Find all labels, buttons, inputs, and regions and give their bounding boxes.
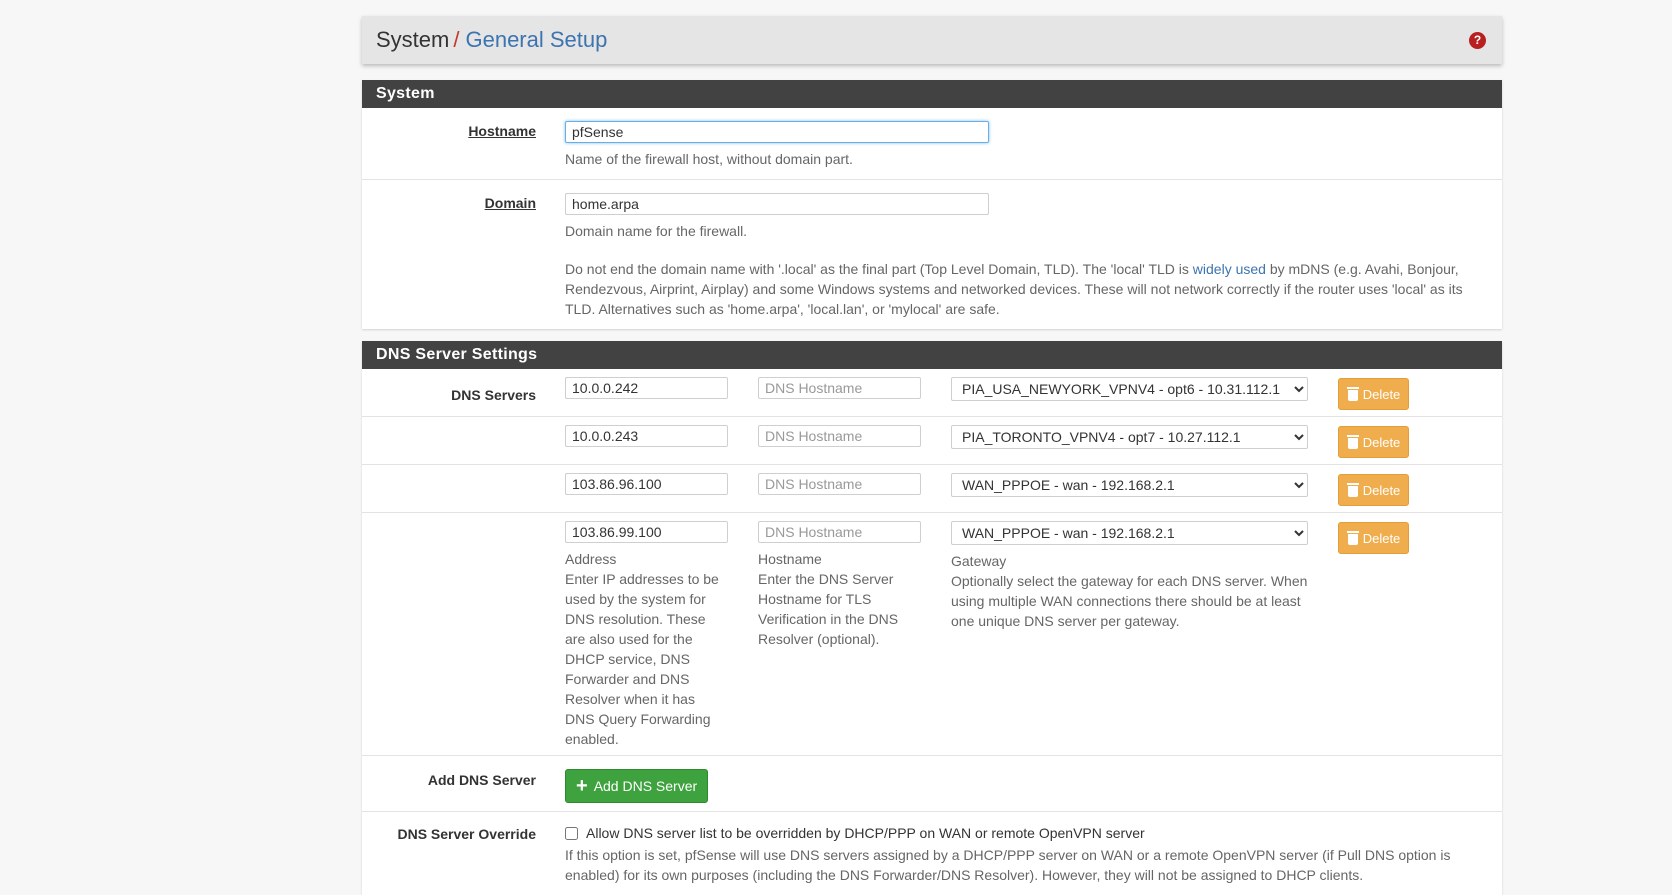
add-dns-row: Add DNS Server + Add DNS Server (362, 756, 1502, 812)
help-icon[interactable]: ? (1469, 31, 1486, 49)
dns-override-checkbox[interactable] (565, 826, 578, 840)
dns-server-row: WAN_PPPOE - wan - 192.168.2.1 Delete (362, 465, 1502, 513)
dns-servers-label: DNS Servers (451, 387, 536, 403)
hostname-input[interactable] (565, 121, 989, 143)
domain-label: Domain (484, 195, 536, 211)
page-header: System / General Setup ? (362, 16, 1502, 64)
breadcrumb-root[interactable]: System (376, 27, 449, 52)
domain-note: Do not end the domain name with '.local'… (565, 261, 1463, 317)
plus-icon: + (576, 775, 588, 797)
dns-gateway-select[interactable]: WAN_PPPOE - wan - 192.168.2.1 (951, 473, 1308, 497)
dns-hostname-input[interactable] (758, 521, 921, 543)
domain-help: Domain name for the firewall. (565, 223, 748, 239)
domain-input[interactable] (565, 193, 989, 215)
widely-used-link[interactable]: widely used (1193, 261, 1266, 277)
dns-override-row: DNS Server Override Allow DNS server lis… (362, 812, 1502, 895)
dns-hostname-input[interactable] (758, 473, 921, 495)
dns-server-row: PIA_TORONTO_VPNV4 - opt7 - 10.27.112.1 D… (362, 417, 1502, 465)
dns-address-input[interactable] (565, 425, 728, 447)
dns-server-row: DNS Servers PIA_USA_NEWYORK_VPNV4 - opt6… (362, 369, 1502, 417)
hostname-help: Name of the firewall host, without domai… (565, 151, 853, 167)
delete-button[interactable]: Delete (1338, 378, 1409, 410)
system-panel-title: System (362, 80, 1502, 108)
dns-gateway-select[interactable]: WAN_PPPOE - wan - 192.168.2.1 (951, 521, 1308, 545)
delete-button[interactable]: Delete (1338, 426, 1409, 458)
system-panel: System Hostname Name of the firewall hos… (362, 80, 1502, 329)
address-help: Address Enter IP addresses to be used by … (565, 551, 719, 747)
dns-override-option[interactable]: Allow DNS server list to be overridden b… (565, 825, 1492, 841)
breadcrumb-current[interactable]: General Setup (465, 27, 607, 52)
dns-address-input[interactable] (565, 473, 728, 495)
hostname-column-help: Hostname Enter the DNS Server Hostname fo… (758, 551, 899, 647)
hostname-label: Hostname (468, 123, 536, 139)
trash-icon (1346, 531, 1359, 545)
breadcrumb-separator: / (453, 27, 460, 52)
main-content: System/General Setup ? System Hostname N… (362, 16, 1502, 895)
dns-address-input[interactable] (565, 377, 728, 399)
add-dns-label: Add DNS Server (427, 772, 536, 788)
add-dns-server-button[interactable]: + Add DNS Server (565, 769, 709, 803)
dns-address-input[interactable] (565, 521, 728, 543)
dns-override-label: DNS Server Override (397, 826, 536, 842)
dns-panel-title: DNS Server Settings (362, 341, 1502, 369)
dns-panel: DNS Server Settings DNS Servers PIA_USA_… (362, 341, 1502, 895)
gateway-help: Gateway Optionally select the gateway for… (951, 553, 1308, 629)
delete-button[interactable]: Delete (1338, 522, 1409, 554)
dns-hostname-input[interactable] (758, 377, 921, 399)
dns-override-help: If this option is set, pfSense will use … (565, 847, 1451, 883)
delete-button[interactable]: Delete (1338, 474, 1409, 506)
breadcrumb: System / General Setup (376, 27, 607, 53)
domain-row: Domain Domain name for the firewall. Do … (362, 180, 1502, 329)
dns-server-row: AddressEnter IP addresses to be used by … (362, 513, 1502, 756)
dns-gateway-select[interactable]: PIA_USA_NEWYORK_VPNV4 - opt6 - 10.31.112… (951, 377, 1308, 401)
hostname-row: Hostname Name of the firewall host, with… (362, 108, 1502, 180)
trash-icon (1346, 435, 1359, 449)
dns-hostname-input[interactable] (758, 425, 921, 447)
trash-icon (1346, 483, 1359, 497)
dns-gateway-select[interactable]: PIA_TORONTO_VPNV4 - opt7 - 10.27.112.1 (951, 425, 1308, 449)
trash-icon (1346, 387, 1359, 401)
